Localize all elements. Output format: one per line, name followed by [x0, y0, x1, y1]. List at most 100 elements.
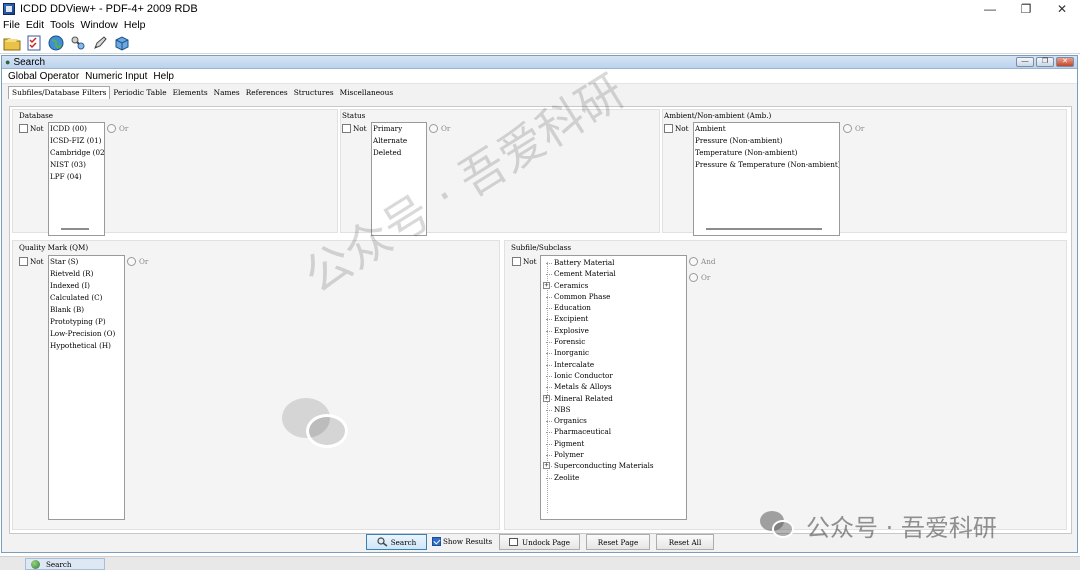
list-item[interactable]: Pressure & Temperature (Non-ambient)	[694, 159, 839, 171]
list-item[interactable]: NIST (03)	[49, 159, 104, 171]
tree-item-inorganic[interactable]: Inorganic	[541, 347, 686, 358]
tree-item-polymer[interactable]: Polymer	[541, 449, 686, 460]
tab-names[interactable]: Names	[211, 87, 243, 99]
tree-item-zeolite[interactable]: Zeolite	[541, 472, 686, 483]
tree-item-ceramics[interactable]: + Ceramics	[541, 280, 686, 291]
status-or-radio[interactable]: Or	[429, 124, 450, 133]
tree-item-explosive[interactable]: Explosive	[541, 325, 686, 336]
subfile-or-radio[interactable]: Or	[689, 273, 710, 282]
menu-edit[interactable]: Edit	[23, 19, 47, 31]
list-item[interactable]: Prototyping (P)	[49, 316, 124, 328]
subfile-tree[interactable]: Battery Material Cement Material + Cerami…	[540, 255, 687, 520]
tree-item-pigment[interactable]: Pigment	[541, 438, 686, 449]
status-not-checkbox[interactable]: Not	[342, 124, 367, 133]
database-or-radio[interactable]: Or	[107, 124, 128, 133]
reset-page-button[interactable]: Reset Page	[586, 534, 650, 550]
minimize-icon[interactable]: —	[1016, 57, 1034, 67]
status-listbox[interactable]: Primary Alternate Deleted	[371, 122, 427, 236]
minimize-icon[interactable]: —	[972, 0, 1008, 17]
menu-window[interactable]: Window	[78, 19, 121, 31]
list-item[interactable]: Blank (B)	[49, 304, 124, 316]
list-item[interactable]: ICSD-FIZ (01)	[49, 135, 104, 147]
subfile-not-checkbox[interactable]: Not	[512, 257, 537, 266]
tree-item-nbs[interactable]: NBS	[541, 404, 686, 415]
tree-item-pharmaceutical[interactable]: Pharmaceutical	[541, 426, 686, 437]
database-not-checkbox[interactable]: Not	[19, 124, 44, 133]
ambient-or-radio[interactable]: Or	[843, 124, 864, 133]
tab-miscellaneous[interactable]: Miscellaneous	[337, 87, 397, 99]
show-results-checkbox[interactable]: Show Results	[432, 537, 492, 546]
tab-subfiles-database-filters[interactable]: Subfiles/Database Filters	[8, 86, 111, 99]
menu-tools[interactable]: Tools	[47, 19, 78, 31]
expand-icon[interactable]: +	[543, 281, 550, 289]
list-item[interactable]: LPF (04)	[49, 171, 104, 183]
globe-icon[interactable]	[46, 34, 66, 52]
tree-item-mineral-related[interactable]: + Mineral Related	[541, 393, 686, 404]
tab-elements[interactable]: Elements	[170, 87, 211, 99]
tab-periodic-table[interactable]: Periodic Table	[110, 87, 169, 99]
status-group-title: Status	[342, 111, 366, 120]
taskbar-search-label: Search	[46, 559, 72, 569]
ambient-not-checkbox[interactable]: Not	[664, 124, 689, 133]
database-scrollbar[interactable]	[61, 228, 89, 230]
tab-structures[interactable]: Structures	[291, 87, 337, 99]
menu-search-help[interactable]: Help	[153, 71, 174, 82]
restore-icon[interactable]: ❐	[1036, 57, 1054, 67]
tree-item-excipient[interactable]: Excipient	[541, 313, 686, 324]
subfile-and-radio[interactable]: And	[689, 257, 715, 266]
tree-item-intercalate[interactable]: Intercalate	[541, 359, 686, 370]
list-item[interactable]: Hypothetical (H)	[49, 340, 124, 352]
box-icon[interactable]	[112, 34, 132, 52]
list-item[interactable]: Rietveld (R)	[49, 268, 124, 280]
list-item[interactable]: Cambridge (02)	[49, 147, 104, 159]
list-item[interactable]: Pressure (Non-ambient)	[694, 135, 839, 147]
checkbox-icon	[19, 257, 28, 266]
undock-page-button[interactable]: Undock Page	[499, 534, 580, 550]
menu-file[interactable]: File	[0, 19, 23, 31]
list-item[interactable]: Calculated (C)	[49, 292, 124, 304]
list-item[interactable]: Alternate	[372, 135, 426, 147]
list-item[interactable]: Ambient	[694, 123, 839, 135]
list-item[interactable]: Indexed (I)	[49, 280, 124, 292]
close-icon[interactable]: ✕	[1044, 0, 1080, 17]
pen-icon[interactable]	[90, 34, 110, 52]
tree-item-ionic-conductor[interactable]: Ionic Conductor	[541, 370, 686, 381]
quality-or-radio[interactable]: Or	[127, 257, 148, 266]
menu-help[interactable]: Help	[121, 19, 149, 31]
tree-item-common-phase[interactable]: Common Phase	[541, 291, 686, 302]
list-item[interactable]: Deleted	[372, 147, 426, 159]
tree-item-label: Ceramics	[554, 280, 589, 290]
database-listbox[interactable]: ICDD (00) ICSD-FIZ (01) Cambridge (02) N…	[48, 122, 105, 236]
tree-item-metals-alloys[interactable]: Metals & Alloys	[541, 381, 686, 392]
tab-references[interactable]: References	[243, 87, 291, 99]
menu-global-operator[interactable]: Global Operator	[8, 71, 79, 82]
tree-item-label: Superconducting Materials	[554, 461, 654, 471]
tree-item-cement-material[interactable]: Cement Material	[541, 268, 686, 279]
list-item[interactable]: ICDD (00)	[49, 123, 104, 135]
reset-all-button[interactable]: Reset All	[656, 534, 714, 550]
menu-numeric-input[interactable]: Numeric Input	[85, 71, 147, 82]
tree-item-superconducting-materials[interactable]: + Superconducting Materials	[541, 460, 686, 471]
tree-item-education[interactable]: Education	[541, 302, 686, 313]
list-item[interactable]: Star (S)	[49, 256, 124, 268]
search-button[interactable]: Search	[366, 534, 427, 550]
database-not-label: Not	[30, 124, 44, 133]
list-item[interactable]: Low-Precision (O)	[49, 328, 124, 340]
restore-icon[interactable]: ❐	[1008, 0, 1044, 17]
taskbar-search-item[interactable]: Search	[25, 558, 105, 570]
expand-icon[interactable]: +	[543, 462, 550, 470]
list-item[interactable]: Primary	[372, 123, 426, 135]
quality-not-checkbox[interactable]: Not	[19, 257, 44, 266]
checklist-icon[interactable]	[24, 34, 44, 52]
ambient-listbox[interactable]: Ambient Pressure (Non-ambient) Temperatu…	[693, 122, 840, 236]
tree-item-battery-material[interactable]: Battery Material	[541, 257, 686, 268]
tree-item-organics[interactable]: Organics	[541, 415, 686, 426]
molecule-icon[interactable]	[68, 34, 88, 52]
list-item[interactable]: Temperature (Non-ambient)	[694, 147, 839, 159]
quality-listbox[interactable]: Star (S) Rietveld (R) Indexed (I) Calcul…	[48, 255, 125, 520]
close-icon[interactable]: ✕	[1056, 57, 1074, 67]
tree-item-forensic[interactable]: Forensic	[541, 336, 686, 347]
ambient-scrollbar[interactable]	[706, 228, 822, 230]
expand-icon[interactable]: +	[543, 394, 550, 402]
folder-icon[interactable]	[2, 34, 22, 52]
